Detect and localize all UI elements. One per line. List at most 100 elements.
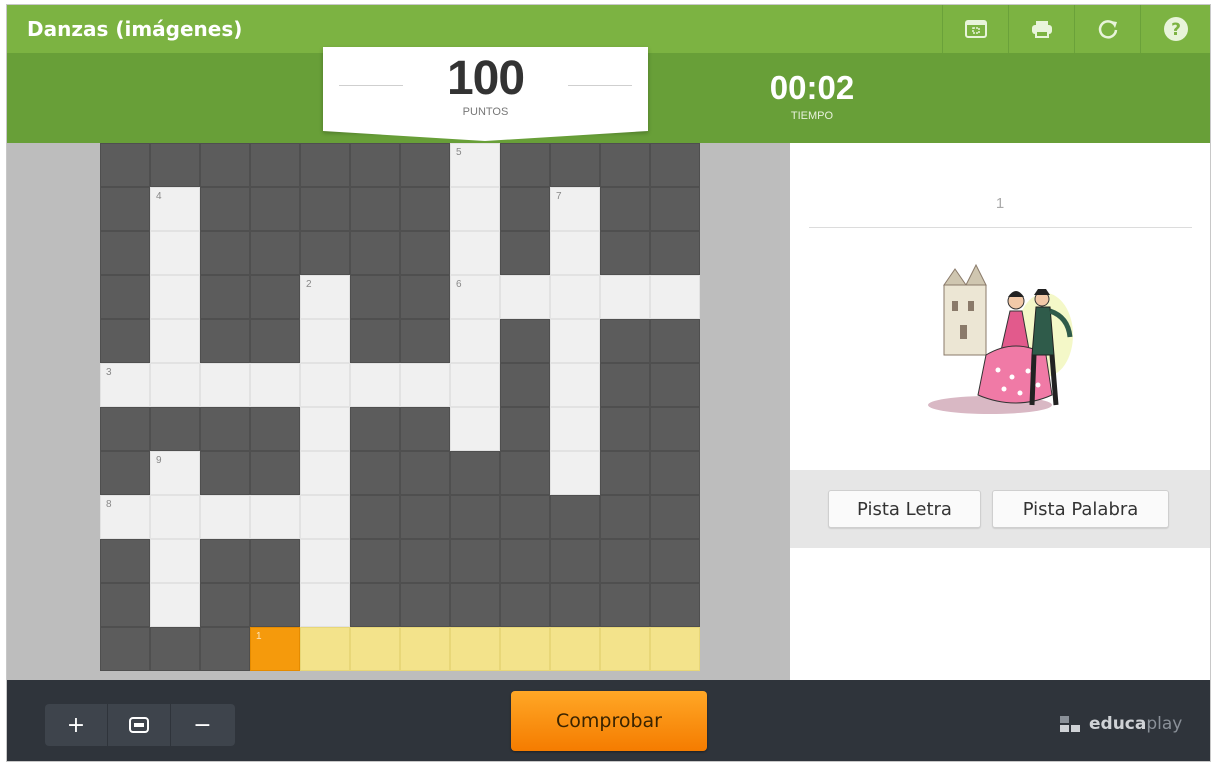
letter-cell[interactable] (250, 495, 300, 539)
blocked-cell (350, 539, 400, 583)
letter-cell[interactable] (550, 451, 600, 495)
letter-cell[interactable]: 4 (150, 187, 200, 231)
blocked-cell (500, 495, 550, 539)
letter-cell[interactable] (200, 363, 250, 407)
zoom-in-button[interactable]: + (45, 704, 108, 746)
clue-number-label: 7 (556, 191, 562, 202)
brand-logo[interactable]: educa play (1059, 712, 1182, 736)
blocked-cell (400, 143, 450, 187)
letter-cell[interactable]: 3 (100, 363, 150, 407)
blocked-cell (300, 187, 350, 231)
blocked-cell (650, 495, 700, 539)
letter-cell[interactable] (300, 495, 350, 539)
letter-cell[interactable] (300, 539, 350, 583)
letter-cell[interactable] (300, 407, 350, 451)
letter-cell[interactable] (550, 275, 600, 319)
letter-cell[interactable]: 5 (450, 143, 500, 187)
letter-cell[interactable] (150, 319, 200, 363)
blocked-cell (650, 231, 700, 275)
letter-cell[interactable]: 7 (550, 187, 600, 231)
letter-cell[interactable] (150, 495, 200, 539)
letter-cell[interactable] (650, 275, 700, 319)
letter-cell[interactable] (250, 363, 300, 407)
letter-cell[interactable]: 8 (100, 495, 150, 539)
letter-cell[interactable] (150, 363, 200, 407)
blocked-cell (150, 627, 200, 671)
restart-button[interactable] (1074, 5, 1141, 53)
fullscreen-button[interactable] (942, 5, 1009, 53)
blocked-cell (600, 363, 650, 407)
blocked-cell (400, 231, 450, 275)
blocked-cell (250, 275, 300, 319)
print-icon (1032, 21, 1052, 38)
highlighted-letter-cell[interactable] (500, 627, 550, 671)
clue-number-label: 3 (106, 367, 112, 378)
highlighted-letter-cell[interactable] (350, 627, 400, 671)
letter-cell[interactable]: 6 (450, 275, 500, 319)
highlighted-letter-cell[interactable] (550, 627, 600, 671)
active-letter-cell[interactable]: 1 (250, 627, 300, 671)
letter-cell[interactable] (400, 363, 450, 407)
brand-name-part2: play (1146, 714, 1183, 734)
blocked-cell (100, 539, 150, 583)
letter-cell[interactable] (500, 275, 550, 319)
letter-cell[interactable] (350, 363, 400, 407)
letter-cell[interactable] (450, 231, 500, 275)
blocked-cell (500, 583, 550, 627)
clue-number-label: 8 (106, 499, 112, 510)
blocked-cell (400, 319, 450, 363)
letter-cell[interactable] (150, 231, 200, 275)
highlighted-letter-cell[interactable] (300, 627, 350, 671)
blocked-cell (600, 231, 650, 275)
blocked-cell (450, 451, 500, 495)
letter-cell[interactable] (150, 275, 200, 319)
highlighted-letter-cell[interactable] (450, 627, 500, 671)
letter-cell[interactable] (550, 363, 600, 407)
blocked-cell (400, 275, 450, 319)
crossword-area: 5 4 7 2 6 3 9 8 1 (7, 143, 790, 680)
letter-cell[interactable] (300, 363, 350, 407)
letter-cell[interactable] (200, 495, 250, 539)
blocked-cell (500, 187, 550, 231)
letter-hint-button[interactable]: Pista Letra (828, 490, 981, 528)
letter-cell[interactable] (550, 231, 600, 275)
letter-cell[interactable] (150, 583, 200, 627)
blocked-cell (350, 187, 400, 231)
blocked-cell (650, 319, 700, 363)
print-button[interactable] (1008, 5, 1075, 53)
letter-cell[interactable]: 9 (150, 451, 200, 495)
letter-cell[interactable]: 2 (300, 275, 350, 319)
help-button[interactable]: ? (1140, 5, 1210, 53)
check-button[interactable]: Comprobar (511, 691, 707, 751)
blocked-cell (550, 143, 600, 187)
zoom-out-button[interactable]: − (171, 704, 234, 746)
letter-cell[interactable] (550, 319, 600, 363)
clue-panel: 1 Pista Letra Pista Palabra (790, 143, 1210, 680)
letter-cell[interactable] (550, 407, 600, 451)
letter-cell[interactable] (450, 319, 500, 363)
letter-cell[interactable] (300, 583, 350, 627)
letter-cell[interactable] (150, 539, 200, 583)
hint-bar: Pista Letra Pista Palabra (790, 470, 1210, 548)
letter-cell[interactable] (450, 187, 500, 231)
zoom-reset-button[interactable] (108, 704, 171, 746)
blocked-cell (500, 539, 550, 583)
blocked-cell (150, 143, 200, 187)
letter-cell[interactable] (450, 407, 500, 451)
blocked-cell (400, 187, 450, 231)
score-label: PUNTOS (462, 106, 509, 118)
letter-cell[interactable] (300, 451, 350, 495)
blocked-cell (350, 143, 400, 187)
highlighted-letter-cell[interactable] (650, 627, 700, 671)
blocked-cell (100, 407, 150, 451)
blocked-cell (350, 407, 400, 451)
word-hint-button[interactable]: Pista Palabra (992, 490, 1169, 528)
letter-cell[interactable] (600, 275, 650, 319)
letter-cell[interactable] (450, 363, 500, 407)
highlighted-letter-cell[interactable] (400, 627, 450, 671)
blocked-cell (250, 143, 300, 187)
blocked-cell (250, 319, 300, 363)
blocked-cell (400, 539, 450, 583)
letter-cell[interactable] (300, 319, 350, 363)
highlighted-letter-cell[interactable] (600, 627, 650, 671)
